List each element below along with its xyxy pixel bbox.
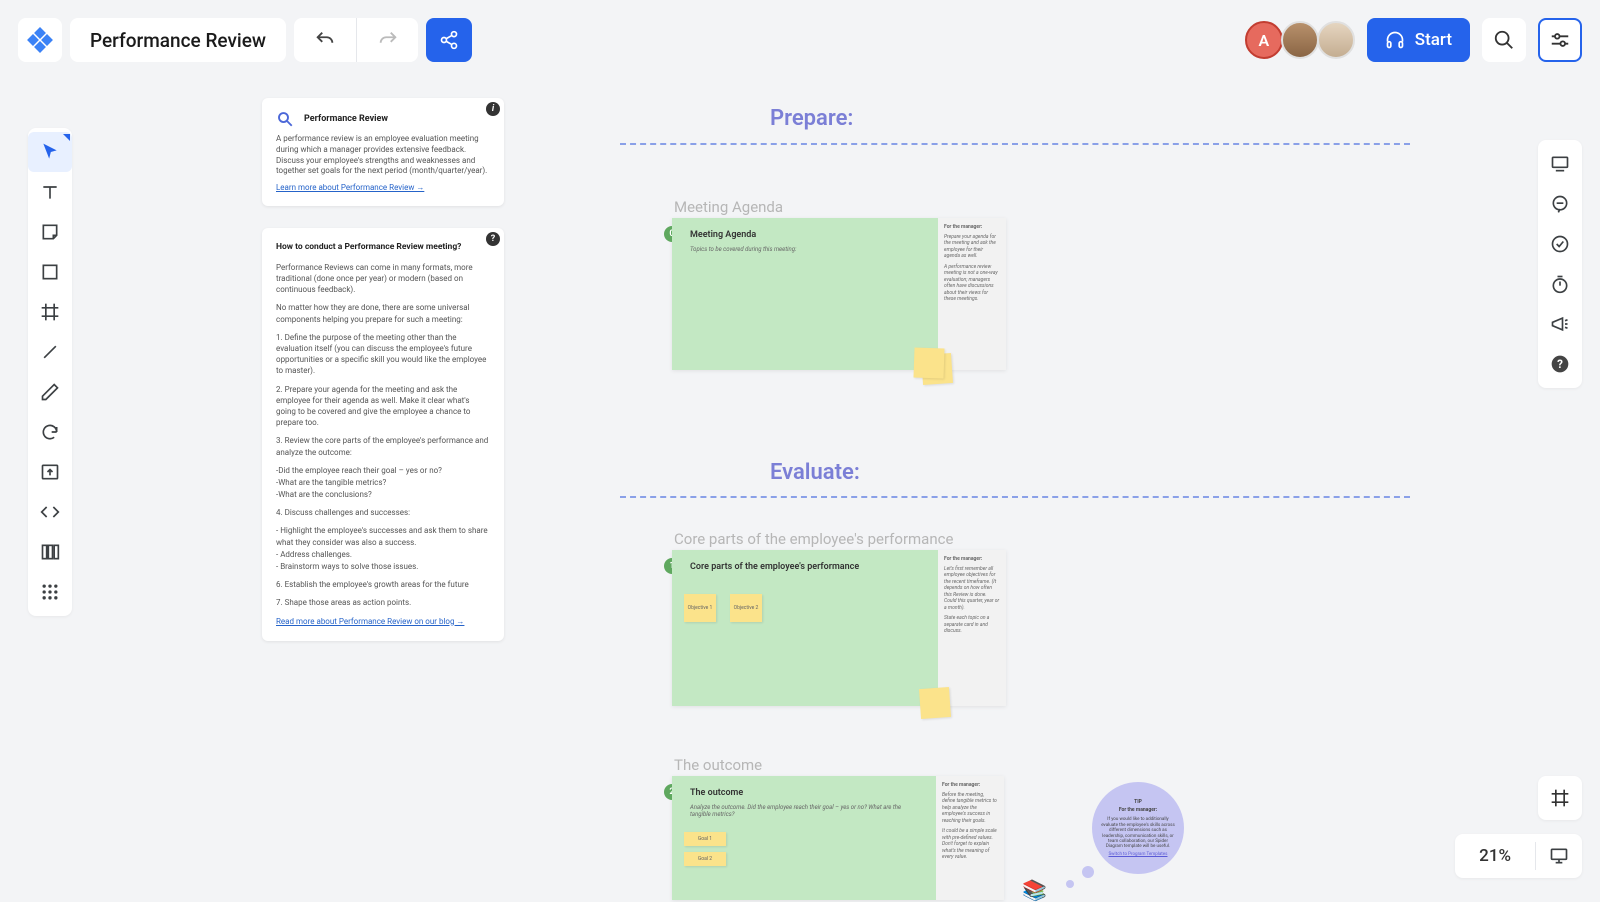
undo-button[interactable] [294, 18, 356, 62]
undo-redo-group [294, 18, 418, 62]
tools-panel [28, 128, 72, 616]
tasks-button[interactable] [1538, 224, 1582, 264]
tool-select[interactable] [28, 132, 72, 172]
start-button[interactable]: Start [1367, 18, 1470, 62]
tool-text[interactable] [28, 172, 72, 212]
search-icon [1493, 29, 1515, 51]
board-title[interactable]: Performance Review [70, 18, 286, 62]
collaborators: A [1247, 21, 1355, 59]
tool-code[interactable] [28, 492, 72, 532]
info-icon: i [486, 102, 500, 116]
avatar[interactable]: A [1245, 21, 1283, 59]
help-icon: ? [1550, 354, 1570, 374]
pen-icon [40, 382, 60, 402]
presentation-button[interactable] [1536, 846, 1582, 866]
app-logo[interactable] [18, 18, 62, 62]
comment-icon [1550, 194, 1570, 214]
blog-link[interactable]: Read more about Performance Review on ou… [276, 617, 464, 626]
search-icon [276, 110, 294, 128]
block-label: Meeting Agenda [674, 198, 783, 216]
sticky-note[interactable]: Goal 1 [684, 832, 726, 846]
template-block-agenda[interactable]: 0 Meeting Agenda Topics to be covered du… [672, 218, 1006, 370]
square-icon [40, 262, 60, 282]
bubble-dot [1082, 866, 1094, 878]
tool-sticky[interactable] [28, 212, 72, 252]
share-icon [439, 30, 459, 50]
upload-icon [40, 462, 60, 482]
cursor-icon [40, 142, 60, 162]
present-button[interactable] [1538, 144, 1582, 184]
timer-button[interactable] [1538, 264, 1582, 304]
tip-bubble[interactable]: TIP For the manager: If you would like t… [1092, 782, 1184, 874]
block-label: Core parts of the employee's performance [674, 530, 953, 548]
info-card-overview[interactable]: i Performance Review A performance revie… [262, 98, 504, 206]
books-emoji: 📚 [1022, 878, 1047, 902]
learn-more-link[interactable]: Learn more about Performance Review → [276, 183, 424, 194]
zoom-level[interactable]: 21% [1455, 846, 1535, 866]
sticky-note[interactable] [913, 347, 944, 378]
sticky-note[interactable] [919, 687, 951, 719]
sliders-icon [1549, 29, 1571, 51]
filter-button[interactable] [1538, 18, 1582, 62]
help-icon: ? [486, 232, 500, 246]
text-icon [40, 182, 60, 202]
tool-line[interactable] [28, 332, 72, 372]
card-title: How to conduct a Performance Review meet… [276, 242, 490, 254]
info-card-howto[interactable]: ? How to conduct a Performance Review me… [262, 228, 504, 641]
section-evaluate-title: Evaluate: [770, 460, 860, 485]
zoom-controls: 21% [1455, 834, 1582, 878]
tool-shape[interactable] [28, 252, 72, 292]
display-icon [1549, 846, 1569, 866]
share-button[interactable] [426, 18, 472, 62]
sticky-icon [40, 222, 60, 242]
headphones-icon [1385, 30, 1405, 50]
tool-upload[interactable] [28, 452, 72, 492]
card-body: A performance review is an employee eval… [276, 134, 490, 177]
section-prepare-title: Prepare: [770, 106, 853, 131]
line-icon [40, 342, 60, 362]
tool-frame[interactable] [28, 292, 72, 332]
redo-icon [377, 29, 399, 51]
comments-button[interactable] [1538, 184, 1582, 224]
avatar[interactable] [1281, 21, 1319, 59]
divider [620, 496, 1410, 498]
frame-icon [40, 302, 60, 322]
redo-button[interactable] [356, 18, 418, 62]
monitor-icon [1550, 154, 1570, 174]
bubble-dot [1066, 880, 1074, 888]
refresh-icon [40, 422, 60, 442]
tool-apps[interactable] [28, 572, 72, 612]
tool-cards[interactable] [28, 532, 72, 572]
topbar: Performance Review A Start [0, 18, 1600, 62]
tool-arrow-refresh[interactable] [28, 412, 72, 452]
svg-text:?: ? [1557, 357, 1563, 371]
undo-icon [314, 29, 336, 51]
canvas[interactable]: i Performance Review A performance revie… [0, 0, 1600, 900]
logo-icon [26, 26, 54, 54]
announce-button[interactable] [1538, 304, 1582, 344]
stopwatch-icon [1550, 274, 1570, 294]
fit-frame-button[interactable] [1538, 776, 1582, 820]
tool-pen[interactable] [28, 372, 72, 412]
sticky-note[interactable]: Objective 2 [730, 594, 762, 622]
template-block-outcome[interactable]: 2 The outcome Analyze the outcome. Did t… [672, 776, 1004, 900]
cards-icon [40, 542, 60, 562]
grid-icon [40, 582, 60, 602]
code-icon [40, 502, 60, 522]
divider [620, 143, 1410, 145]
avatar[interactable] [1317, 21, 1355, 59]
right-panel: ? [1538, 140, 1582, 388]
sticky-note[interactable]: Goal 2 [684, 852, 726, 866]
sticky-note[interactable]: Objective 1 [684, 594, 716, 622]
template-block-core[interactable]: 1 Core parts of the employee's performan… [672, 550, 1006, 706]
megaphone-icon [1550, 314, 1570, 334]
search-button[interactable] [1482, 18, 1526, 62]
frame-icon [1550, 788, 1570, 808]
check-circle-icon [1550, 234, 1570, 254]
help-button[interactable]: ? [1538, 344, 1582, 384]
card-title: Performance Review [304, 113, 388, 125]
block-label: The outcome [674, 756, 762, 774]
